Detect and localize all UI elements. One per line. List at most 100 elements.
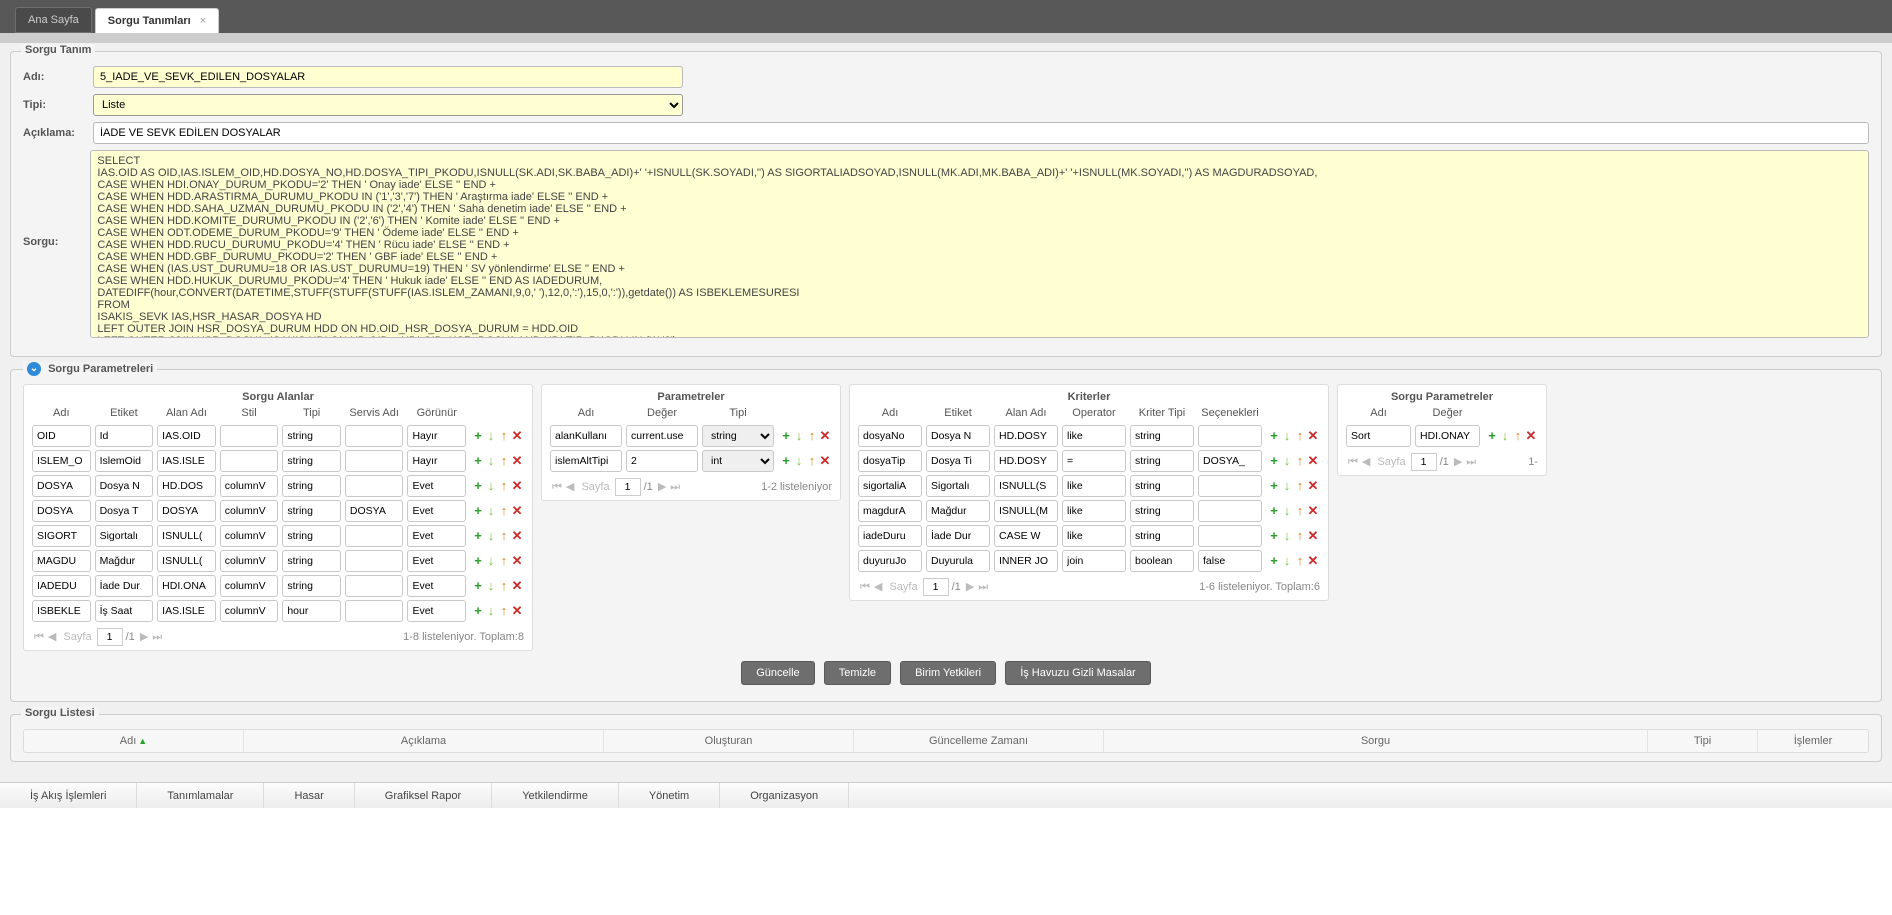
arrow-up-icon[interactable]: ↑ (806, 430, 818, 442)
arrow-up-icon[interactable]: ↑ (1512, 430, 1524, 442)
add-icon[interactable]: + (1268, 430, 1280, 442)
grid-cell-input[interactable] (157, 600, 216, 622)
grid-cell-input[interactable] (550, 450, 622, 472)
grid-cell-input[interactable] (157, 450, 216, 472)
select-tipi[interactable]: Liste (93, 94, 683, 116)
guncelle-button[interactable]: Güncelle (741, 661, 814, 685)
grid-cell-input[interactable] (32, 475, 91, 497)
grid-cell-input[interactable] (1130, 550, 1194, 572)
arrow-down-icon[interactable]: ↓ (485, 605, 497, 617)
is-havuzu-button[interactable]: İş Havuzu Gizli Masalar (1005, 661, 1151, 685)
pager-page-input[interactable] (97, 628, 123, 646)
col-header[interactable]: Değer (624, 405, 700, 421)
add-icon[interactable]: + (472, 505, 484, 517)
grid-cell-input[interactable] (407, 525, 466, 547)
input-aciklama[interactable] (93, 122, 1869, 144)
pager-page-input[interactable] (923, 578, 949, 596)
menu-yetkilendirme[interactable]: Yetkilendirme (492, 783, 619, 808)
add-icon[interactable]: + (1486, 430, 1498, 442)
grid-cell-input[interactable] (1062, 425, 1126, 447)
add-icon[interactable]: + (1268, 505, 1280, 517)
add-icon[interactable]: + (472, 455, 484, 467)
grid-cell-input[interactable] (95, 450, 154, 472)
grid-cell-input[interactable] (1130, 500, 1194, 522)
grid-cell-input[interactable] (1198, 475, 1262, 497)
collapse-icon[interactable]: ⌄ (27, 362, 41, 376)
delete-icon[interactable]: ✕ (511, 605, 523, 617)
pager-nav[interactable]: ⏮◀ Sayfa/1 ▶⏭ (550, 478, 682, 496)
grid-cell-input[interactable] (345, 525, 404, 547)
grid-cell-select[interactable]: string (702, 425, 774, 447)
arrow-down-icon[interactable]: ↓ (1281, 480, 1293, 492)
textarea-sorgu[interactable] (90, 150, 1869, 338)
grid-cell-select[interactable]: int (702, 450, 774, 472)
grid-cell-input[interactable] (1415, 425, 1480, 447)
grid-cell-input[interactable] (157, 550, 216, 572)
grid-cell-input[interactable] (220, 550, 279, 572)
arrow-down-icon[interactable]: ↓ (485, 455, 497, 467)
col-header[interactable]: Adı (856, 405, 924, 421)
arrow-down-icon[interactable]: ↓ (1281, 530, 1293, 542)
grid-cell-input[interactable] (282, 550, 341, 572)
list-header-aciklama[interactable]: Açıklama (244, 730, 604, 752)
list-header-adi[interactable]: Adı▲ (24, 730, 244, 752)
grid-cell-input[interactable] (95, 475, 154, 497)
grid-cell-input[interactable] (32, 425, 91, 447)
arrow-up-icon[interactable]: ↑ (498, 430, 510, 442)
grid-cell-input[interactable] (858, 425, 922, 447)
menu-organizasyon[interactable]: Organizasyon (720, 783, 849, 808)
arrow-down-icon[interactable]: ↓ (485, 530, 497, 542)
grid-cell-input[interactable] (220, 575, 279, 597)
arrow-down-icon[interactable]: ↓ (1281, 555, 1293, 567)
delete-icon[interactable]: ✕ (819, 455, 831, 467)
add-icon[interactable]: + (1268, 480, 1280, 492)
grid-cell-input[interactable] (157, 500, 216, 522)
arrow-up-icon[interactable]: ↑ (1294, 430, 1306, 442)
grid-cell-input[interactable] (1198, 450, 1262, 472)
grid-cell-input[interactable] (407, 475, 466, 497)
grid-cell-input[interactable] (1198, 425, 1262, 447)
arrow-down-icon[interactable]: ↓ (1281, 430, 1293, 442)
grid-cell-input[interactable] (95, 425, 154, 447)
grid-cell-input[interactable] (32, 525, 91, 547)
col-header[interactable]: Kriter Tipi (1128, 405, 1196, 421)
delete-icon[interactable]: ✕ (1307, 480, 1319, 492)
grid-cell-input[interactable] (407, 550, 466, 572)
grid-cell-input[interactable] (407, 600, 466, 622)
delete-icon[interactable]: ✕ (511, 580, 523, 592)
col-header[interactable]: Görünür (405, 405, 468, 421)
grid-cell-input[interactable] (345, 575, 404, 597)
col-header[interactable]: Seçenekleri (1196, 405, 1264, 421)
col-header[interactable]: Servis Adı (343, 405, 406, 421)
grid-cell-input[interactable] (345, 500, 404, 522)
col-header[interactable]: Stil (218, 405, 281, 421)
col-header[interactable]: Adı (30, 405, 93, 421)
grid-cell-input[interactable] (550, 425, 622, 447)
arrow-up-icon[interactable]: ↑ (498, 530, 510, 542)
tab-home[interactable]: Ana Sayfa (15, 7, 92, 33)
grid-cell-input[interactable] (32, 450, 91, 472)
list-header-olusturan[interactable]: Oluşturan (604, 730, 854, 752)
grid-cell-input[interactable] (345, 550, 404, 572)
grid-cell-input[interactable] (220, 500, 279, 522)
arrow-up-icon[interactable]: ↑ (1294, 480, 1306, 492)
grid-cell-input[interactable] (858, 500, 922, 522)
col-header[interactable]: Tipi (280, 405, 343, 421)
grid-cell-input[interactable] (994, 425, 1058, 447)
grid-cell-input[interactable] (1346, 425, 1411, 447)
grid-cell-input[interactable] (858, 550, 922, 572)
delete-icon[interactable]: ✕ (1307, 455, 1319, 467)
add-icon[interactable]: + (472, 605, 484, 617)
grid-cell-input[interactable] (1062, 525, 1126, 547)
list-header-guncelleme[interactable]: Güncelleme Zamanı (854, 730, 1104, 752)
grid-cell-input[interactable] (157, 475, 216, 497)
grid-cell-input[interactable] (345, 450, 404, 472)
menu-hasar[interactable]: Hasar (264, 783, 354, 808)
add-icon[interactable]: + (472, 580, 484, 592)
grid-cell-input[interactable] (32, 550, 91, 572)
delete-icon[interactable]: ✕ (1525, 430, 1537, 442)
grid-cell-input[interactable] (282, 425, 341, 447)
add-icon[interactable]: + (472, 480, 484, 492)
arrow-up-icon[interactable]: ↑ (498, 480, 510, 492)
grid-cell-input[interactable] (32, 500, 91, 522)
